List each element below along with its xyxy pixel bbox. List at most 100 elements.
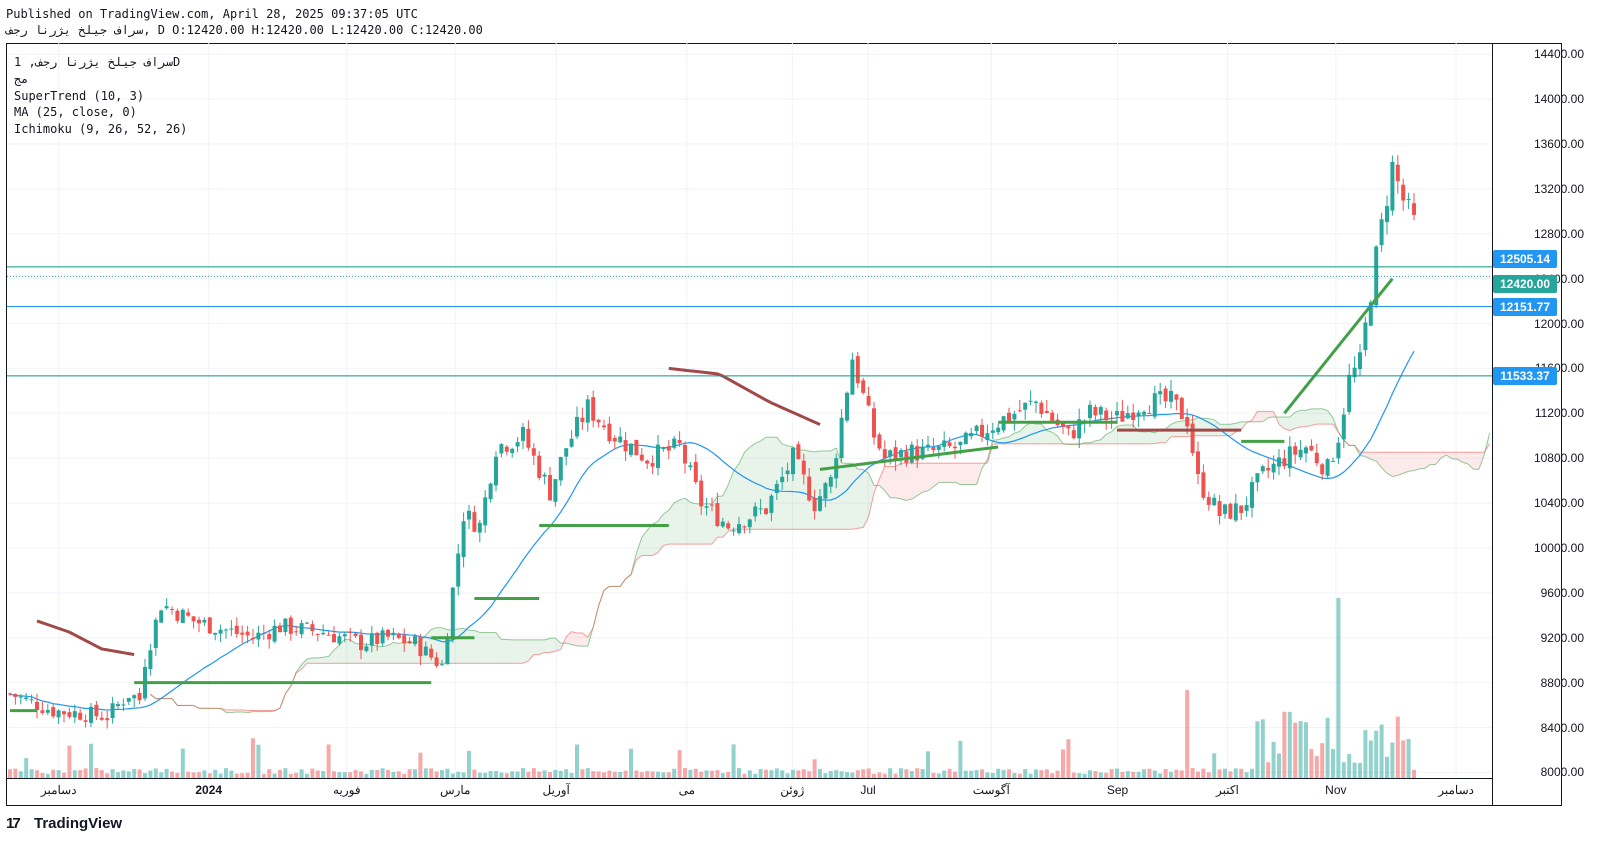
volume-bar — [1412, 769, 1416, 778]
volume-bar — [612, 771, 617, 778]
volume-bar — [1066, 739, 1071, 778]
volume-bar — [693, 768, 698, 778]
candle-body — [710, 504, 714, 506]
volume-bar — [1325, 717, 1330, 778]
candle-body — [1034, 401, 1038, 403]
candle-body — [1115, 411, 1119, 416]
candle-body — [1293, 446, 1298, 455]
candle-body — [299, 623, 304, 635]
cloud-segment — [771, 437, 777, 530]
supertrend-up — [1283, 277, 1394, 415]
candle-body — [332, 634, 336, 643]
volume-bar — [996, 768, 1001, 778]
candle-body — [564, 448, 569, 457]
cloud-segment — [1138, 431, 1144, 444]
cloud-segment — [690, 502, 696, 545]
candle-body — [294, 631, 299, 633]
volume-bar — [553, 769, 558, 778]
candle-body — [1012, 413, 1017, 420]
legend-ma[interactable]: MA (25, close, 0) — [14, 104, 187, 121]
volume-bar — [116, 772, 120, 778]
candle-body — [607, 423, 612, 442]
legend-supertrend[interactable]: SuperTrend (10, 3) — [14, 88, 187, 105]
volume-bar — [1152, 770, 1157, 778]
candle-body — [839, 417, 844, 459]
volume-bar — [558, 770, 563, 778]
y-tick-label: 11200.00 — [1534, 406, 1584, 421]
volume-bar — [548, 771, 552, 778]
candles — [8, 155, 1416, 729]
volume-bar — [618, 771, 623, 778]
volume-bar — [18, 771, 23, 778]
volume-bar — [515, 771, 520, 778]
candle-body — [29, 699, 34, 701]
cloud-segment — [550, 638, 556, 653]
candle-body — [1395, 164, 1400, 182]
candle-body — [1169, 390, 1173, 402]
tradingview-logo[interactable]: 17 TradingView — [6, 815, 122, 832]
volume-bar — [958, 740, 963, 778]
volume-bar — [45, 773, 50, 778]
candle-body — [1066, 426, 1071, 429]
volume-bar — [818, 769, 822, 778]
candle-body — [661, 448, 666, 450]
candle-body — [504, 446, 509, 452]
candle-body — [278, 625, 282, 633]
volume-bar — [1001, 770, 1006, 778]
volume-bar — [893, 773, 898, 778]
legend-ichimoku[interactable]: Ichimoku (9, 26, 52, 26) — [14, 121, 187, 138]
y-tick-label: 10800.00 — [1533, 451, 1584, 466]
candle-body — [1158, 391, 1163, 395]
volume-bar — [1120, 771, 1125, 778]
cloud-segment — [1198, 417, 1204, 436]
candle-body — [850, 359, 855, 395]
volume-bar — [445, 768, 450, 778]
legend-symbol[interactable]: سراف جیلخ يژرنا رجف, 1D — [14, 54, 187, 71]
cloud-segment — [701, 503, 707, 545]
cloud-segment — [1295, 410, 1301, 429]
candle-body — [931, 447, 936, 451]
candle-body — [267, 634, 272, 640]
candle-body — [1406, 199, 1411, 201]
y-tick-label: 8000.00 — [1540, 765, 1584, 780]
volume-bar — [834, 770, 839, 778]
candle-body — [1196, 451, 1200, 475]
volume-bar — [272, 773, 277, 778]
candle-body — [1325, 459, 1330, 476]
candle-body — [877, 434, 882, 449]
candle-body — [537, 455, 542, 478]
volume-bar — [828, 771, 833, 778]
volume-bar — [1131, 771, 1136, 778]
volume-bar — [288, 773, 293, 778]
volume-bar — [877, 772, 882, 778]
volume-bar — [197, 772, 201, 778]
volume-bar — [575, 744, 579, 778]
candle-body — [1331, 460, 1335, 462]
price-chart[interactable] — [0, 0, 1598, 858]
candle-body — [99, 717, 104, 720]
candle-body — [1023, 402, 1028, 410]
volume-bar — [688, 769, 693, 778]
candle-body — [1309, 445, 1314, 451]
price-tag: 12505.14 — [1493, 249, 1557, 268]
candle-body — [909, 444, 914, 463]
y-tick-label: 9200.00 — [1540, 630, 1584, 645]
candle-body — [391, 632, 396, 636]
candle-body — [321, 632, 326, 635]
candle-body — [715, 503, 720, 527]
cloud-segment — [1122, 425, 1128, 444]
candle-body — [650, 463, 655, 467]
volume-bar — [1233, 768, 1238, 778]
candle-body — [1212, 497, 1217, 506]
volume-bar — [753, 773, 758, 778]
volume-bar — [1017, 773, 1022, 778]
candle-body — [807, 476, 812, 501]
candle-body — [1379, 219, 1384, 246]
volume-bar — [251, 738, 255, 778]
cloud-segment — [906, 463, 912, 501]
cloud-segment — [1311, 408, 1317, 426]
volume-bar — [396, 771, 401, 778]
volume-bar — [132, 769, 137, 778]
cloud-segment — [312, 657, 318, 664]
senkou-b — [193, 704, 200, 709]
